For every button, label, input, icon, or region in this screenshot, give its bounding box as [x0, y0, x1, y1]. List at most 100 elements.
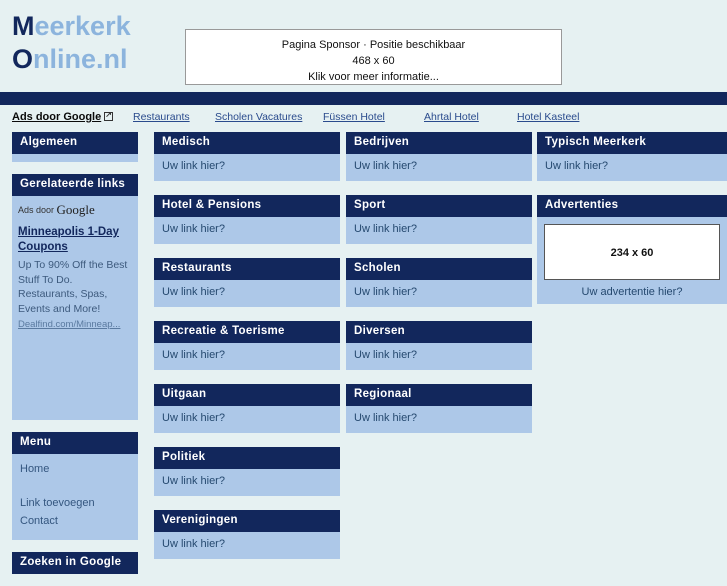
advertenties-card: Advertenties 234 x 60 Uw advertentie hie…	[537, 195, 727, 304]
category-card-scholen: Scholen Uw link hier?	[346, 258, 532, 307]
ad-link-scholen-vacatures[interactable]: Scholen Vacatures	[215, 111, 302, 123]
advertenties-body: 234 x 60 Uw advertentie hier?	[537, 217, 727, 304]
uw-link-hier-hotel-pensions[interactable]: Uw link hier?	[162, 223, 225, 235]
sidebar-menu-body: Home Link toevoegen Contact	[12, 454, 138, 540]
uw-link-hier-medisch[interactable]: Uw link hier?	[162, 160, 225, 172]
external-link-icon[interactable]	[104, 110, 114, 121]
logo-rest-1: eerkerk	[34, 11, 131, 41]
category-title-recreatie-toerisme: Recreatie & Toerisme	[154, 321, 340, 343]
uw-link-hier-politiek[interactable]: Uw link hier?	[162, 475, 225, 487]
content-column-2: Bedrijven Uw link hier? Sport Uw link hi…	[346, 132, 532, 447]
category-title-politiek: Politiek	[154, 447, 340, 469]
category-card-diversen: Diversen Uw link hier?	[346, 321, 532, 370]
sidebar-ad-title[interactable]: Minneapolis 1-Day Coupons	[18, 225, 132, 255]
logo-rest-2: nline.nl	[33, 44, 128, 74]
category-body-typisch-meerkerk: Uw link hier?	[537, 154, 727, 181]
ads-by-text: Ads door	[18, 205, 57, 215]
category-body-regionaal: Uw link hier?	[346, 406, 532, 433]
sidebar-body-algemeen	[12, 154, 138, 162]
sidebar-section-gerelateerde-links: Gerelateerde links Ads door Google Minne…	[12, 174, 138, 420]
uw-link-hier-restaurants[interactable]: Uw link hier?	[162, 286, 225, 298]
sponsor-banner[interactable]: Pagina Sponsor · Positie beschikbaar 468…	[185, 29, 562, 85]
sponsor-line-2: 468 x 60	[352, 55, 395, 67]
category-body-verenigingen: Uw link hier?	[154, 532, 340, 559]
uw-link-hier-typisch-meerkerk[interactable]: Uw link hier?	[545, 160, 608, 172]
navy-divider-bar	[0, 92, 727, 105]
sidebar-ad-spacer	[18, 332, 132, 410]
sidebar-item-link-toevoegen[interactable]: Link toevoegen	[20, 494, 130, 512]
uw-link-hier-uitgaan[interactable]: Uw link hier?	[162, 412, 225, 424]
ad-link-ahrtal-hotel[interactable]: Ahrtal Hotel	[424, 111, 479, 123]
uw-link-hier-sport[interactable]: Uw link hier?	[354, 223, 417, 235]
sidebar-ad-url[interactable]: Dealfind.com/Minneap...	[18, 317, 132, 332]
sidebar-section-algemeen: Algemeen	[12, 132, 138, 162]
category-title-hotel-pensions: Hotel & Pensions	[154, 195, 340, 217]
menu-spacer	[20, 478, 130, 494]
uw-link-hier-bedrijven[interactable]: Uw link hier?	[354, 160, 417, 172]
category-title-regionaal: Regionaal	[346, 384, 532, 406]
category-card-medisch: Medisch Uw link hier?	[154, 132, 340, 181]
sidebar-header-gerelateerde-links: Gerelateerde links	[12, 174, 138, 196]
category-body-scholen: Uw link hier?	[346, 280, 532, 307]
category-card-regionaal: Regionaal Uw link hier?	[346, 384, 532, 433]
ads-by-google-sidebar-label: Ads door Google	[18, 202, 132, 218]
category-card-bedrijven: Bedrijven Uw link hier?	[346, 132, 532, 181]
sidebar-item-contact[interactable]: Contact	[20, 512, 130, 530]
category-title-bedrijven: Bedrijven	[346, 132, 532, 154]
category-body-recreatie-toerisme: Uw link hier?	[154, 343, 340, 370]
advertenties-caption[interactable]: Uw advertentie hier?	[544, 286, 720, 298]
uw-link-hier-diversen[interactable]: Uw link hier?	[354, 349, 417, 361]
category-body-politiek: Uw link hier?	[154, 469, 340, 496]
ads-by-google-text: Ads door Google	[12, 111, 102, 123]
logo-line-2: Online.nl	[12, 43, 131, 76]
category-body-medisch: Uw link hier?	[154, 154, 340, 181]
advertenties-title: Advertenties	[537, 195, 727, 217]
site-logo[interactable]: Meerkerk Online.nl	[12, 10, 131, 76]
category-body-hotel-pensions: Uw link hier?	[154, 217, 340, 244]
category-title-typisch-meerkerk: Typisch Meerkerk	[537, 132, 727, 154]
category-card-verenigingen: Verenigingen Uw link hier?	[154, 510, 340, 559]
category-card-hotel-pensions: Hotel & Pensions Uw link hier?	[154, 195, 340, 244]
content-column-1: Medisch Uw link hier? Hotel & Pensions U…	[154, 132, 340, 573]
category-title-sport: Sport	[346, 195, 532, 217]
ad-link-fussen-hotel[interactable]: Füssen Hotel	[323, 111, 385, 123]
category-card-restaurants: Restaurants Uw link hier?	[154, 258, 340, 307]
ads-by-google-label[interactable]: Ads door Google	[12, 110, 114, 123]
category-card-typisch-meerkerk: Typisch Meerkerk Uw link hier?	[537, 132, 727, 181]
uw-link-hier-regionaal[interactable]: Uw link hier?	[354, 412, 417, 424]
uw-link-hier-verenigingen[interactable]: Uw link hier?	[162, 538, 225, 550]
sidebar-section-zoeken-in-google: Zoeken in Google	[12, 552, 138, 574]
ad-slot-234x60[interactable]: 234 x 60	[544, 224, 720, 280]
category-body-uitgaan: Uw link hier?	[154, 406, 340, 433]
sidebar: Algemeen Gerelateerde links Ads door Goo…	[12, 132, 138, 586]
ad-link-hotel-kasteel[interactable]: Hotel Kasteel	[517, 111, 579, 123]
logo-cap-o: O	[12, 44, 34, 74]
category-title-scholen: Scholen	[346, 258, 532, 280]
category-card-politiek: Politiek Uw link hier?	[154, 447, 340, 496]
ad-link-restaurants[interactable]: Restaurants	[133, 111, 190, 123]
category-card-sport: Sport Uw link hier?	[346, 195, 532, 244]
category-card-recreatie-toerisme: Recreatie & Toerisme Uw link hier?	[154, 321, 340, 370]
sidebar-item-home[interactable]: Home	[20, 460, 130, 478]
uw-link-hier-recreatie-toerisme[interactable]: Uw link hier?	[162, 349, 225, 361]
category-title-restaurants: Restaurants	[154, 258, 340, 280]
sidebar-ad-description: Up To 90% Off the Best Stuff To Do. Rest…	[18, 259, 128, 315]
logo-cap-m: M	[12, 11, 35, 41]
sponsor-line-1: Pagina Sponsor · Positie beschikbaar	[281, 39, 466, 51]
category-title-uitgaan: Uitgaan	[154, 384, 340, 406]
google-ads-bar: Ads door Google Restaurants Scholen Vaca…	[0, 105, 727, 132]
sidebar-header-menu: Menu	[12, 432, 138, 454]
category-card-uitgaan: Uitgaan Uw link hier?	[154, 384, 340, 433]
category-title-verenigingen: Verenigingen	[154, 510, 340, 532]
category-body-restaurants: Uw link hier?	[154, 280, 340, 307]
sidebar-header-zoeken-in-google: Zoeken in Google	[12, 552, 138, 574]
sidebar-ad-block: Ads door Google Minneapolis 1-Day Coupon…	[12, 196, 138, 420]
category-body-diversen: Uw link hier?	[346, 343, 532, 370]
sidebar-section-menu: Menu Home Link toevoegen Contact	[12, 432, 138, 540]
google-wordmark: Google	[56, 202, 95, 217]
uw-link-hier-scholen[interactable]: Uw link hier?	[354, 286, 417, 298]
content-column-3: Typisch Meerkerk Uw link hier? Advertent…	[537, 132, 727, 318]
sidebar-header-algemeen: Algemeen	[12, 132, 138, 154]
logo-line-1: Meerkerk	[12, 10, 131, 43]
category-title-medisch: Medisch	[154, 132, 340, 154]
